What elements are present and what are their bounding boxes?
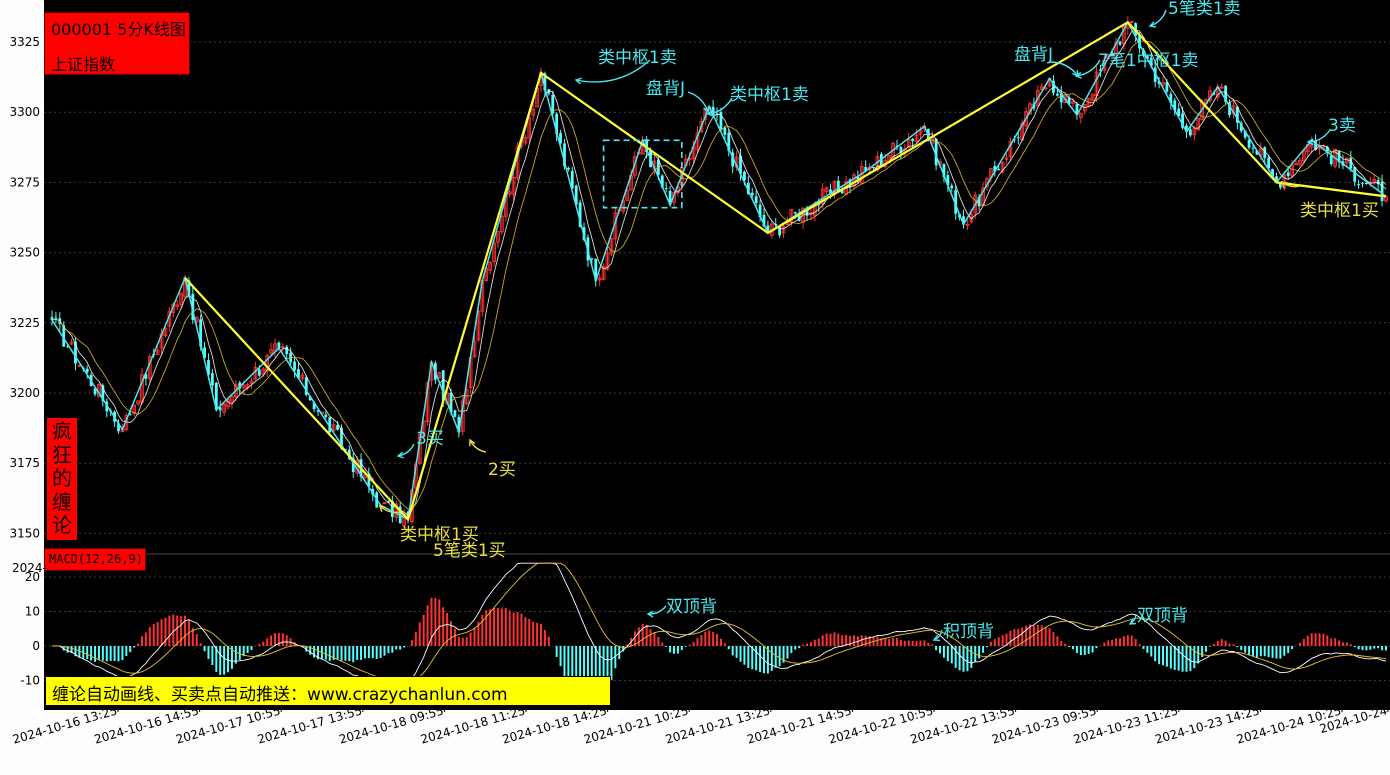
candle-body bbox=[997, 168, 1001, 171]
y-tick-label: 3175 bbox=[9, 456, 40, 470]
brand-char: 论 bbox=[52, 513, 72, 537]
candle-body bbox=[872, 166, 875, 169]
y-tick-label: 3200 bbox=[9, 386, 40, 400]
candle-body bbox=[1286, 172, 1290, 177]
candle-body bbox=[210, 373, 214, 386]
annotation-label: 7笔1中枢1卖 bbox=[1098, 51, 1199, 71]
annotation-label: 类中枢1买 bbox=[1300, 201, 1379, 221]
brand-box: 疯 狂 的 缠 论 bbox=[47, 418, 77, 540]
candle-body bbox=[750, 192, 754, 196]
candle-body bbox=[1251, 147, 1255, 149]
macd-tick-label: 0 bbox=[32, 639, 40, 653]
candle-body bbox=[566, 167, 570, 170]
candle-body bbox=[1380, 181, 1384, 202]
candle-body bbox=[793, 211, 797, 214]
brand-char: 狂 bbox=[52, 442, 72, 467]
macd-tick-label: 10 bbox=[25, 605, 40, 619]
annotation-label: 2买 bbox=[488, 460, 516, 480]
candle-body bbox=[293, 361, 296, 371]
candle-body bbox=[950, 185, 954, 189]
annotation-label: 类中枢1卖 bbox=[598, 48, 677, 68]
candle-body bbox=[1016, 137, 1020, 139]
macd-label: MACD(12,26,9) bbox=[49, 552, 143, 566]
macd-stray-label: 2024- bbox=[12, 561, 47, 575]
candle-body bbox=[1247, 139, 1251, 148]
chart-stage: { "header": { "code_title": "000001 5分K线… bbox=[0, 0, 1390, 775]
candle-body bbox=[754, 196, 758, 204]
candle-body bbox=[911, 138, 915, 142]
annotation-label: 5笔类1买 bbox=[433, 541, 506, 561]
candle-body bbox=[1188, 129, 1192, 136]
x-axis-panel bbox=[0, 710, 1390, 775]
annotation-label: 积顶背 bbox=[943, 622, 994, 642]
candle-body bbox=[54, 317, 58, 319]
macd-label-box: MACD(12,26,9) bbox=[44, 548, 146, 571]
annotation-label: 3卖 bbox=[1328, 116, 1356, 136]
candle-body bbox=[324, 414, 328, 417]
chart-background bbox=[44, 0, 1390, 710]
y-tick-label: 3250 bbox=[9, 246, 40, 260]
candle-body bbox=[1055, 93, 1059, 96]
y-tick-label: 3300 bbox=[9, 105, 40, 119]
candle-body bbox=[257, 369, 261, 376]
candle-body bbox=[723, 127, 727, 135]
annotation-label: 类中枢1卖 bbox=[730, 85, 809, 105]
candle-body bbox=[1118, 41, 1122, 45]
brand-char: 缠 bbox=[52, 489, 72, 514]
brand-text: 疯 狂 的 缠 论 bbox=[50, 419, 74, 538]
macd-tick-label: -10 bbox=[20, 674, 40, 688]
brand-char: 疯 bbox=[52, 419, 72, 443]
annotation-label: 5笔类1卖 bbox=[1168, 0, 1241, 19]
title-box: 000001 5分K线图 上证指数 bbox=[44, 12, 190, 75]
candle-body bbox=[664, 188, 668, 190]
y-tick-label: 3225 bbox=[9, 316, 40, 330]
brand-char: 的 bbox=[52, 466, 72, 490]
annotation-label: 盘背J bbox=[646, 79, 686, 99]
index-name: 上证指数 bbox=[51, 55, 116, 74]
annotation-label: 双顶背 bbox=[1137, 606, 1188, 626]
promo-text: 缠论自动画线、买卖点自动推送：www.crazychanlun.com bbox=[52, 685, 508, 705]
candle-body bbox=[1357, 184, 1361, 186]
chart-title: 000001 5分K线图 bbox=[51, 20, 186, 39]
candle-body bbox=[85, 368, 89, 373]
y-tick-label: 3275 bbox=[9, 175, 40, 189]
annotation-label: 双顶背 bbox=[666, 597, 717, 617]
promo-banner: 缠论自动画线、买卖点自动推送：www.crazychanlun.com bbox=[45, 676, 611, 706]
annotation-label: 3买 bbox=[416, 429, 444, 449]
candle-body bbox=[1329, 155, 1333, 165]
candle-body bbox=[453, 410, 457, 417]
candle-body bbox=[1361, 182, 1364, 184]
kline-chart: 3325330032753250322532003175315020100-10… bbox=[0, 0, 1390, 775]
candle-body bbox=[285, 346, 289, 355]
annotation-label: 盘背J bbox=[1014, 45, 1054, 65]
y-tick-label: 3150 bbox=[9, 526, 40, 540]
y-tick-label: 3325 bbox=[9, 35, 40, 49]
